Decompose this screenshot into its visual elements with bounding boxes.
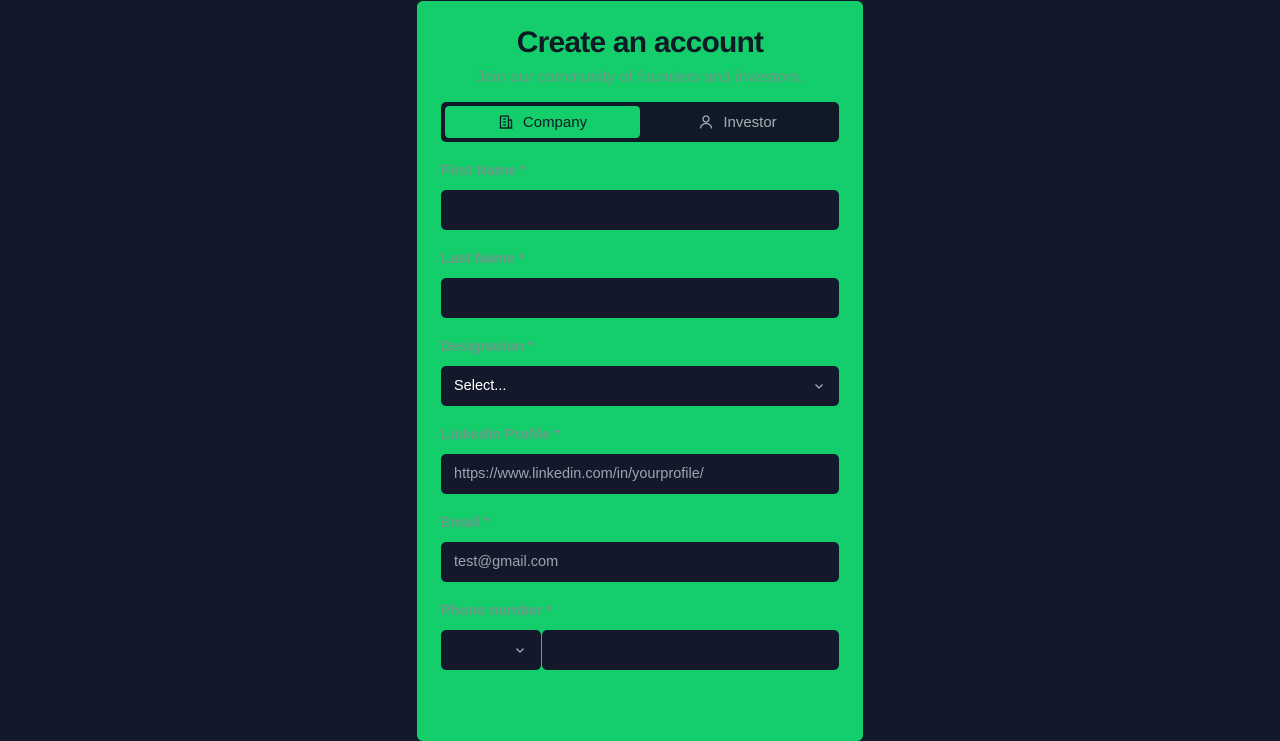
linkedin-label: LinkedIn Profile * <box>441 427 560 443</box>
page-title: Create an account <box>516 26 764 59</box>
linkedin-input[interactable]: https://www.linkedin.com/in/yourprofile/ <box>441 454 839 494</box>
company-tab-label: Company <box>522 113 588 131</box>
company-tab[interactable]: Company <box>445 106 640 138</box>
last-name-label: Last Name * <box>441 251 525 267</box>
signup-card: Create an account Join our community of … <box>417 1 863 741</box>
chevron-down-icon <box>815 384 823 389</box>
investor-tab-label: Investor <box>723 113 777 131</box>
page-subtitle: Join our community of founders and inves… <box>476 69 804 86</box>
email-input[interactable]: test@gmail.com <box>441 542 839 582</box>
designation-label: Designation * <box>441 339 534 355</box>
designation-value: Select... <box>454 378 507 394</box>
phone-label: Phone number * <box>441 603 553 619</box>
user-icon <box>700 115 713 129</box>
investor-tab[interactable]: Investor <box>640 106 835 138</box>
building-icon <box>499 115 513 129</box>
account-type-toggle: Company Investor <box>441 102 839 142</box>
designation-select[interactable]: Select... <box>441 366 839 406</box>
phone-number-input[interactable] <box>542 630 839 670</box>
last-name-input[interactable] <box>441 278 839 318</box>
chevron-down-icon <box>516 648 524 653</box>
first-name-label: First Name * <box>441 163 526 179</box>
country-code-select[interactable] <box>441 630 541 670</box>
email-label: Email * <box>441 515 490 531</box>
first-name-input[interactable] <box>441 190 839 230</box>
